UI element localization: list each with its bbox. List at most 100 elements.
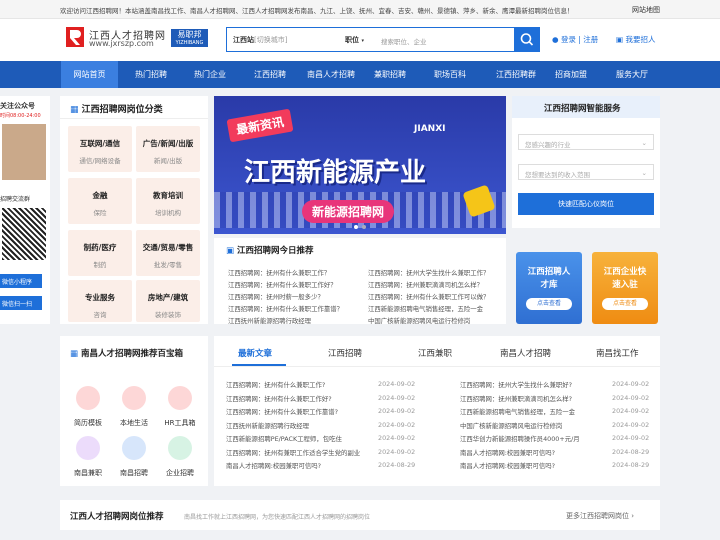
jobs-icon xyxy=(122,436,146,460)
hire-link[interactable]: ▣ 我要招人 xyxy=(616,34,655,45)
header: 江西人才招聘网 www.jxrszp.com 易职邦 YIZHIBANG 江西站[… xyxy=(0,19,720,61)
article-row[interactable]: 南昌人才招聘网:校园兼职可信吗? 2024-08-29 xyxy=(460,461,656,475)
category-item[interactable]: 教育培训 培训机构 xyxy=(136,178,200,224)
banner-headline: 江西新能源产业 xyxy=(244,158,427,188)
briefcase-icon: ▣ xyxy=(616,35,624,44)
category-item[interactable]: 互联网/通信 通信/网络设备 xyxy=(68,126,132,172)
sitemap-link[interactable]: 网站地图 xyxy=(632,5,660,15)
tool-resume[interactable]: 简历模板 xyxy=(66,386,110,428)
recommend-link[interactable]: 江西新能源招聘电气销售经理，五险一金 xyxy=(368,304,496,316)
miniapp-qr-image xyxy=(2,208,46,260)
main-nav: 网站首页 热门招聘 热门企业 江西招聘 南昌人才招聘 兼职招聘 职场百科 江西招… xyxy=(0,61,720,88)
left-sidebar: 关注公众号 时间08:00-24:00 招聘交流群 微信小程序 微信扫一扫 xyxy=(0,96,50,324)
talent-view-button[interactable]: 点击查看 xyxy=(526,298,572,310)
group-qr-image xyxy=(2,124,46,180)
divider xyxy=(214,366,660,367)
resume-icon xyxy=(76,386,100,410)
salary-select[interactable]: 您想要达到的收入范围 ⌄ xyxy=(518,164,654,180)
recommend-link[interactable]: 江西招聘网：抚州有什么兼职工作靠谱？ xyxy=(228,304,354,316)
category-item[interactable]: 制药/医疗 制药 xyxy=(68,230,132,276)
talent-pool-card[interactable]: 江西招聘人才库 点击查看 xyxy=(516,252,582,324)
nav-part-time[interactable]: 兼职招聘 xyxy=(364,61,416,88)
tab-jiangxi-part-time[interactable]: 江西兼职 xyxy=(418,347,452,359)
nav-service-hall[interactable]: 服务大厅 xyxy=(604,61,660,88)
smart-title: 江西招聘网智能服务 xyxy=(544,104,621,114)
position-recommend-title: 江西人才招聘网岗位推荐 xyxy=(70,512,164,522)
tool-hr[interactable]: HR工具箱 xyxy=(158,386,202,428)
company-view-button[interactable]: 点击查看 xyxy=(602,298,648,310)
carousel-dot[interactable] xyxy=(354,225,358,229)
nav-hot-companies[interactable]: 热门企业 xyxy=(182,61,238,88)
recommend-link[interactable]: 江西招聘网：抚州有什么兼职工作可以做？ xyxy=(368,292,496,304)
article-row[interactable]: 江西招聘网：抚州有什么兼职工作靠谱? 2024-09-02 xyxy=(226,407,434,421)
category-item[interactable]: 房地产/建筑 装修装饰 xyxy=(136,280,200,322)
recommend-title: ▣ 江西招聘网今日推荐 xyxy=(226,246,314,256)
nav-home[interactable]: 网站首页 xyxy=(61,61,118,88)
recommend-link[interactable]: 江西招聘网：抚州兼职滴滴司机怎么样？ xyxy=(368,280,496,292)
recommend-link[interactable]: 江西招聘网：抚州大学生找什么兼职工作？ xyxy=(368,268,496,280)
tab-jiangxi-jobs[interactable]: 江西招聘 xyxy=(328,347,362,359)
match-button[interactable]: 快速匹配心仪岗位 xyxy=(518,193,654,215)
recommend-link[interactable]: 中国广核新能源招聘风电运行检修岗 xyxy=(368,316,496,328)
article-row[interactable]: 中国广核新能源招聘风电运行检修岗 2024-09-02 xyxy=(460,421,656,435)
promo-banner[interactable]: 最新资讯 JIANXI 江西新能源产业 新能源招聘网 xyxy=(214,96,506,234)
category-panel: ▦ 江西招聘网岗位分类 互联网/通信 通信/网络设备 广告/新闻/出版 新闻/出版 … xyxy=(60,96,208,324)
article-row[interactable]: 南昌人才招聘网:校园兼职可信吗? 2024-08-29 xyxy=(226,461,434,475)
tab-latest[interactable]: 最新文章 xyxy=(238,347,272,359)
tool-jobs[interactable]: 南昌招聘 xyxy=(112,436,156,478)
hr-tools-icon xyxy=(168,386,192,410)
carousel-dot[interactable] xyxy=(362,225,366,229)
article-row[interactable]: 江西抚州新能源招聘行政经理 2024-09-02 xyxy=(226,421,434,435)
scan-button[interactable]: 微信扫一扫 xyxy=(0,296,42,310)
tab-nanchang-jobs[interactable]: 南昌找工作 xyxy=(596,347,639,359)
article-list-left: 江西招聘网：抚州有什么兼职工作? 2024-09-02 江西招聘网：抚州有什么兼职… xyxy=(226,380,434,475)
nav-franchise[interactable]: 招商加盟 xyxy=(548,61,594,88)
search-button[interactable] xyxy=(514,27,540,52)
tab-nanchang-talent[interactable]: 南昌人才招聘 xyxy=(500,347,551,359)
chevron-down-icon: ⌄ xyxy=(641,139,647,147)
recommend-link[interactable]: 江西招聘网：抚州有什么兼职工作好？ xyxy=(228,280,354,292)
article-row[interactable]: 江西招聘网：抚州有什么兼职工作? 2024-09-02 xyxy=(226,380,434,394)
tool-company[interactable]: 企业招聘 xyxy=(158,436,202,478)
login-link[interactable]: 登录 xyxy=(561,35,576,44)
nav-nanchang-talent[interactable]: 南昌人才招聘 xyxy=(298,61,364,88)
category-item[interactable]: 广告/新闻/出版 新闻/出版 xyxy=(136,126,200,172)
nav-job-groups[interactable]: 江西招聘群 xyxy=(484,61,548,88)
miniapp-button[interactable]: 微信小程序 xyxy=(0,274,42,288)
category-item[interactable]: 金融 保险 xyxy=(68,178,132,224)
article-row[interactable]: 南昌人才招聘网:校园兼职可信吗? 2024-08-29 xyxy=(460,448,656,462)
divider xyxy=(60,118,208,119)
article-row[interactable]: 江西华创力新能源招聘操作员4000+元/月 2024-09-02 xyxy=(460,434,656,448)
nav-hot-jobs[interactable]: 热门招聘 xyxy=(123,61,179,88)
category-item[interactable]: 交通/贸易/零售 批发/零售 xyxy=(136,230,200,276)
search-input[interactable]: 搜索职位、企业 xyxy=(381,36,427,46)
recommend-link[interactable]: 江西招聘网：抚州有什么兼职工作？ xyxy=(228,268,354,280)
article-row[interactable]: 江西招聘网：抚州有兼职工作适合学生党的副业 2024-09-02 xyxy=(226,448,434,462)
position-recommend-bar: 江西人才招聘网岗位推荐 南昌找工作就上江西招聘网，为您快速匹配江西人才招聘网的招… xyxy=(60,500,660,530)
nav-jiangxi-jobs[interactable]: 江西招聘 xyxy=(242,61,298,88)
recommend-link[interactable]: 江西抚州新能源招聘行政经理 xyxy=(228,316,354,328)
tool-part-time[interactable]: 南昌兼职 xyxy=(66,436,110,478)
part-time-icon xyxy=(76,436,100,460)
article-row[interactable]: 江西新能源招聘PE/PACK工程师，包吃住 2024-09-02 xyxy=(226,434,434,448)
top-bar: 欢迎访问江西招聘网！本站涵盖南昌找工作、南昌人才招聘网、江西人才招聘网发布南昌、… xyxy=(0,0,720,19)
article-row[interactable]: 江西招聘网：抚州兼职滴滴司机怎么样? 2024-09-02 xyxy=(460,394,656,408)
more-positions-link[interactable]: 更多江西招聘网岗位 › xyxy=(566,511,634,521)
nav-career-wiki[interactable]: 职场百科 xyxy=(422,61,478,88)
city-switch[interactable]: 江西站[切换城市] xyxy=(233,35,287,45)
tool-local-life[interactable]: 本地生活 xyxy=(112,386,156,428)
register-link[interactable]: 注册 xyxy=(583,35,598,44)
toolbox-title: ▦ 南昌人才招聘网推荐百宝箱 xyxy=(70,349,184,359)
industry-select[interactable]: 您感兴趣的行业 ⌄ xyxy=(518,134,654,150)
category-title: ▦ 江西招聘网岗位分类 xyxy=(70,105,163,115)
recommend-list-left: 江西招聘网：抚州有什么兼职工作？ 江西招聘网：抚州有什么兼职工作好？ 江西招聘网… xyxy=(228,268,354,328)
category-item[interactable]: 专业服务 咨询 xyxy=(68,280,132,322)
article-row[interactable]: 江西招聘网：抚州有什么兼职工作好? 2024-09-02 xyxy=(226,394,434,408)
search-type-select[interactable]: 职位 ▾ xyxy=(345,35,364,45)
article-row[interactable]: 江西新能源招聘电气销售经理，五险一金 2024-09-02 xyxy=(460,407,656,421)
article-row[interactable]: 江西招聘网：抚州大学生找什么兼职好? 2024-09-02 xyxy=(460,380,656,394)
recommend-link[interactable]: 江西招聘网：抚州时薪一般多少？ xyxy=(228,292,354,304)
company-join-card[interactable]: 江西企业快速入驻 点击查看 xyxy=(592,252,658,324)
banner-region: JIANXI xyxy=(414,124,446,134)
grid-icon: ▦ xyxy=(70,349,79,359)
